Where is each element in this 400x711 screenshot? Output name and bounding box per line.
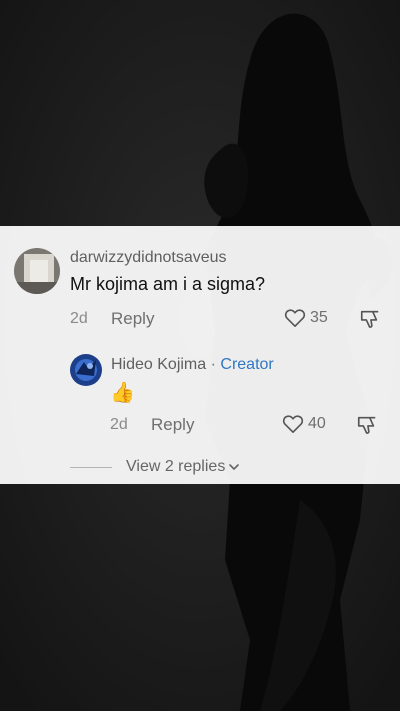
reply-button[interactable]: Reply	[111, 309, 154, 329]
thumbs-down-icon	[360, 310, 379, 328]
comment-text: Mr kojima am i a sigma?	[70, 274, 266, 294]
view-replies-button[interactable]: View 2 replies	[70, 458, 240, 476]
like-count: 35	[310, 309, 328, 326]
user-photo-avatar-icon	[14, 248, 60, 294]
reply-text: 👍	[110, 382, 135, 404]
reply-age: 2d	[110, 416, 128, 433]
heart-icon	[282, 415, 304, 433]
comment-card: darwizzydidnotsaveus Mr kojima am i a si…	[0, 226, 400, 484]
like-button[interactable]: 35	[284, 308, 328, 328]
dislike-button[interactable]	[359, 308, 381, 335]
reply-like-count: 40	[308, 415, 326, 432]
commenter-username[interactable]: darwizzydidnotsaveus	[70, 249, 227, 267]
view-replies-label: View 2 replies	[126, 458, 226, 475]
creator-username-line: Hideo Kojima · Creator	[111, 356, 274, 374]
comment-age: 2d	[70, 310, 88, 327]
creator-badge: Creator	[220, 356, 274, 373]
reply-to-reply-button[interactable]: Reply	[151, 415, 194, 435]
heart-icon	[284, 309, 306, 327]
divider-line	[70, 466, 112, 468]
separator-dot: ·	[210, 356, 216, 373]
creator-avatar[interactable]	[70, 354, 102, 386]
chevron-down-icon	[229, 464, 240, 470]
creator-avatar-icon	[70, 354, 102, 386]
creator-username[interactable]: Hideo Kojima	[111, 356, 206, 373]
thumbs-down-icon	[357, 416, 376, 434]
commenter-avatar[interactable]	[14, 248, 60, 294]
reply-dislike-button[interactable]	[356, 414, 378, 441]
reply-like-button[interactable]: 40	[282, 414, 326, 434]
